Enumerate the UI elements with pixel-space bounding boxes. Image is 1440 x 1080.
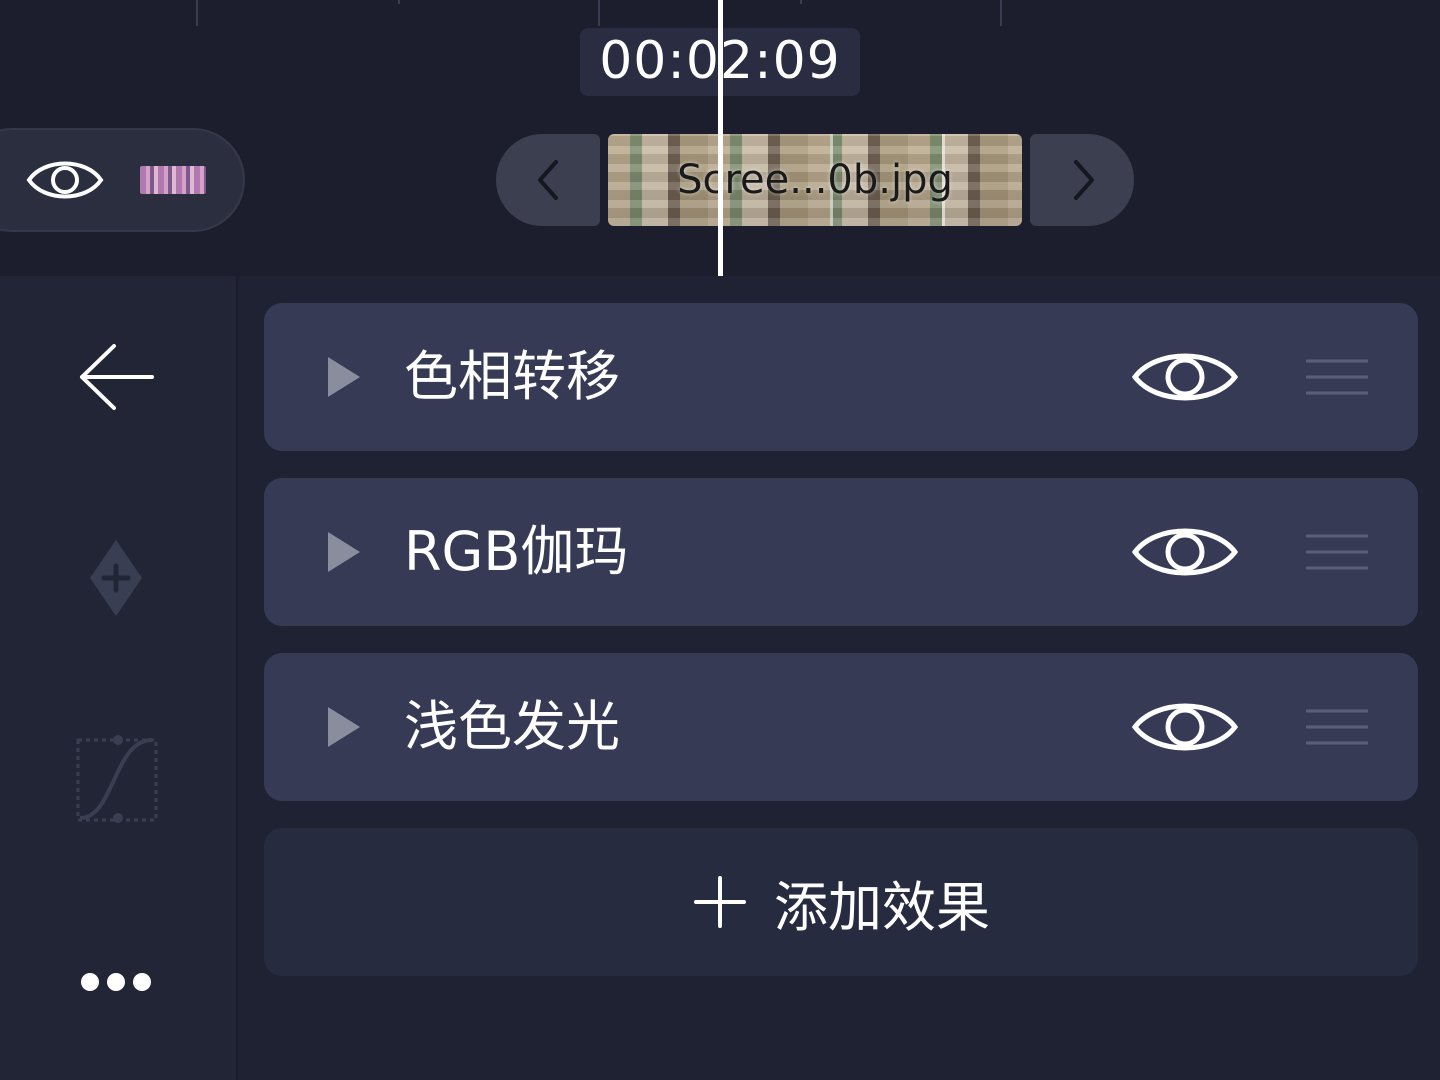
effect-row[interactable]: 色相转移 xyxy=(264,303,1418,451)
next-clip-button[interactable] xyxy=(1030,134,1134,226)
more-dots-icon[interactable] xyxy=(80,970,152,994)
playhead[interactable] xyxy=(718,0,723,276)
play-triangle-icon[interactable] xyxy=(326,530,362,574)
effect-row[interactable]: RGB伽玛 xyxy=(264,478,1418,626)
clip-name: Scree...0b.jpg xyxy=(677,157,953,203)
clip-thumbnail-strip[interactable]: Scree...0b.jpg xyxy=(608,134,1022,226)
drag-handle-icon[interactable] xyxy=(1304,707,1370,747)
ruler-tick xyxy=(598,0,600,26)
eye-icon[interactable] xyxy=(1132,695,1238,759)
sidebar-toolbar xyxy=(0,276,238,1080)
chevron-right-icon xyxy=(1074,160,1094,200)
easing-curve-icon[interactable] xyxy=(74,734,160,826)
play-triangle-icon[interactable] xyxy=(326,355,362,399)
drag-handle-icon[interactable] xyxy=(1304,357,1370,397)
effect-name: 浅色发光 xyxy=(404,695,620,758)
add-effect-button[interactable]: 添加效果 xyxy=(264,828,1418,976)
effect-name: RGB伽玛 xyxy=(404,520,629,583)
effect-name: 色相转移 xyxy=(404,345,620,408)
drag-handle-icon[interactable] xyxy=(1304,532,1370,572)
eye-icon[interactable] xyxy=(1132,520,1238,584)
arrow-left-icon[interactable] xyxy=(78,344,154,410)
add-keyframe-icon[interactable] xyxy=(88,538,144,618)
effect-row[interactable]: 浅色发光 xyxy=(264,653,1418,801)
play-triangle-icon[interactable] xyxy=(326,705,362,749)
eye-icon[interactable] xyxy=(26,152,104,208)
ruler-tick xyxy=(196,0,198,26)
ruler-tick xyxy=(1000,0,1002,26)
chevron-left-icon xyxy=(538,160,558,200)
eye-icon[interactable] xyxy=(1132,345,1238,409)
layer-thumbnail xyxy=(140,166,206,194)
plus-icon xyxy=(694,876,746,928)
app-root: 00:02:09 Scree...0b.jpg 色相转移 RGB伽玛 浅色发光 … xyxy=(0,0,1440,1080)
timeline[interactable]: 00:02:09 Scree...0b.jpg xyxy=(0,0,1440,276)
add-effect-label: 添加效果 xyxy=(774,875,990,939)
ruler-tick xyxy=(398,0,400,4)
ruler-tick xyxy=(800,0,802,4)
previous-clip-button[interactable] xyxy=(496,134,600,226)
